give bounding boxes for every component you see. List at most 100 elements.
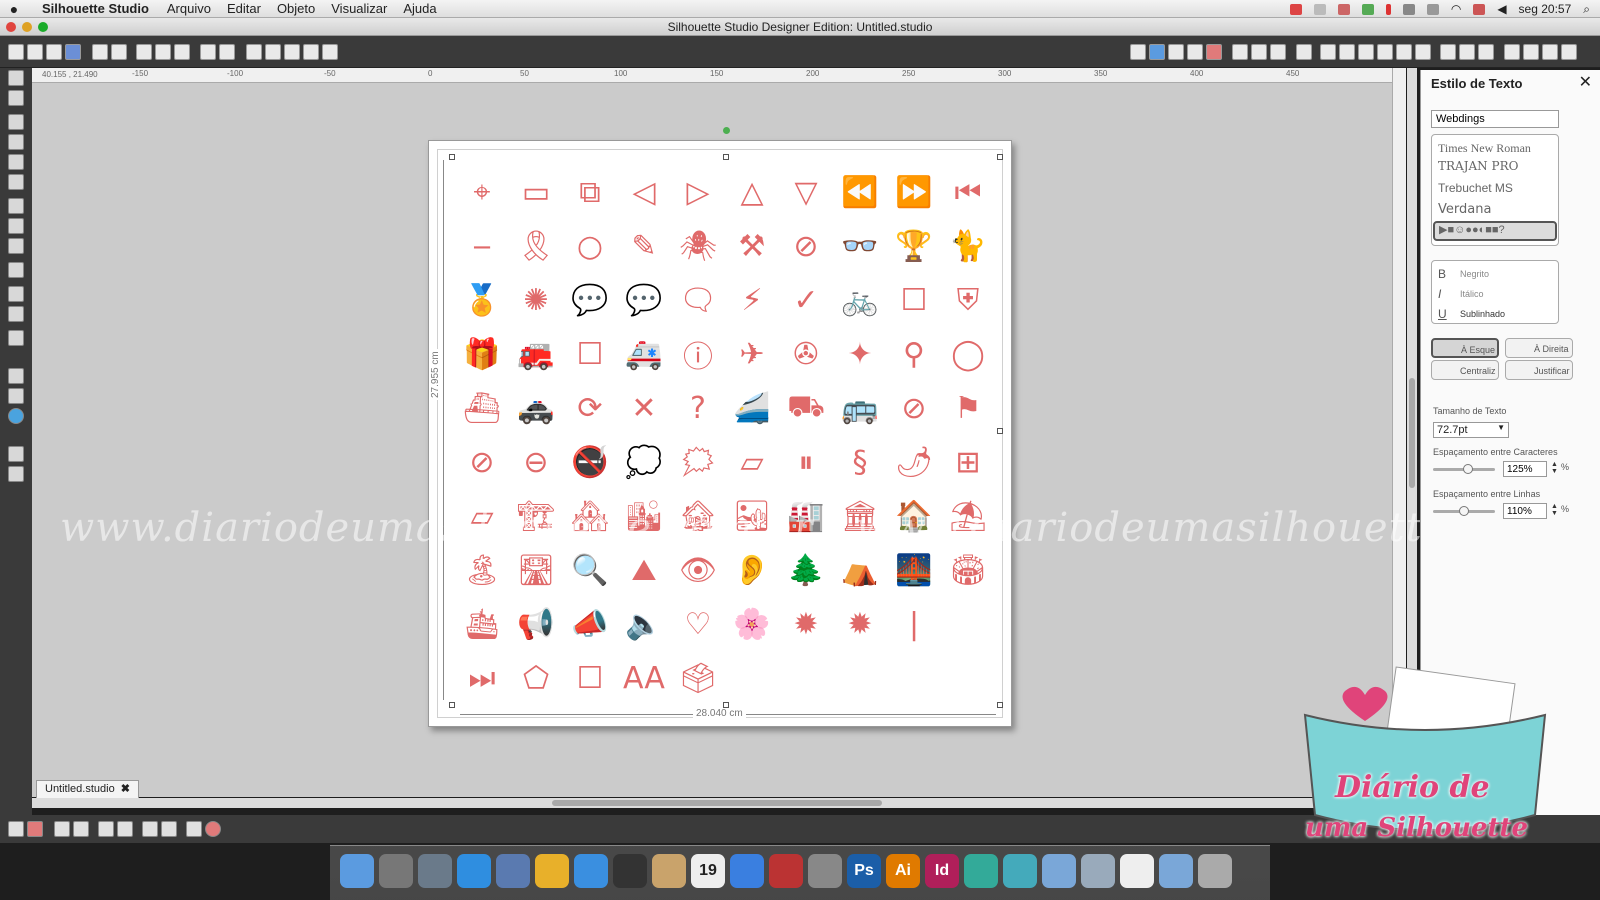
dock-app-icon[interactable] — [1120, 854, 1154, 888]
offset-icon[interactable] — [1459, 44, 1475, 60]
cut-icon[interactable] — [174, 44, 190, 60]
design-panel-icon[interactable] — [8, 368, 24, 384]
close-window-button[interactable] — [6, 22, 16, 32]
fill-icon[interactable] — [1130, 44, 1146, 60]
text-tool-icon[interactable] — [8, 262, 24, 278]
char-spacing-stepper[interactable]: ▲ ▼ — [1551, 461, 1558, 475]
bluetooth-icon[interactable] — [1426, 3, 1439, 15]
text-size-select[interactable]: 72.7pt ▼ — [1433, 422, 1509, 438]
pause-icon[interactable] — [1385, 3, 1391, 15]
flag-icon[interactable] — [1473, 3, 1486, 15]
font-search-input[interactable] — [1431, 110, 1559, 128]
dock-app-icon[interactable] — [1159, 854, 1193, 888]
zoom-window-button[interactable] — [38, 22, 48, 32]
font-option[interactable]: Trebuchet MS — [1438, 181, 1513, 195]
dock-app-icon[interactable] — [1042, 854, 1076, 888]
resize-handle[interactable] — [449, 702, 455, 708]
dock-app-icon[interactable] — [418, 854, 452, 888]
rotate-handle[interactable] — [723, 127, 730, 134]
layout-icon[interactable] — [8, 446, 24, 462]
time-machine-icon[interactable] — [1402, 3, 1415, 15]
grid-icon[interactable] — [1168, 44, 1184, 60]
send-backward-icon[interactable] — [161, 821, 177, 837]
menu-editar[interactable]: Editar — [227, 1, 261, 16]
paste-icon[interactable] — [155, 44, 171, 60]
font-option[interactable]: TRAJAN PRO — [1438, 159, 1518, 173]
apple-menu-icon[interactable]: ● — [0, 1, 28, 17]
dock-app-icon[interactable] — [1198, 854, 1232, 888]
rectangle-tool-icon[interactable] — [8, 134, 24, 150]
dock-app-icon[interactable] — [574, 854, 608, 888]
delete-icon[interactable] — [117, 821, 133, 837]
pan-icon[interactable] — [303, 44, 319, 60]
modify-icon[interactable] — [1440, 44, 1456, 60]
select-tool-icon[interactable] — [8, 70, 24, 86]
align-left-button[interactable]: À Esque — [1431, 338, 1499, 358]
resize-handle[interactable] — [997, 154, 1003, 160]
vertical-scroll-thumb[interactable] — [1409, 378, 1415, 488]
menu-ajuda[interactable]: Ajuda — [403, 1, 436, 16]
dock-app-icon[interactable] — [1003, 854, 1037, 888]
resize-handle[interactable] — [723, 154, 729, 160]
dock-app-icon[interactable] — [808, 854, 842, 888]
compound-path-icon[interactable] — [54, 821, 70, 837]
dock-app-icon[interactable]: Ps — [847, 854, 881, 888]
dock-app-icon[interactable] — [457, 854, 491, 888]
line-spacing-input[interactable] — [1503, 503, 1547, 519]
dock-app-icon[interactable] — [769, 854, 803, 888]
transform-icon[interactable] — [1320, 44, 1336, 60]
dock-app-icon[interactable] — [613, 854, 647, 888]
dock-app-icon[interactable] — [652, 854, 686, 888]
target-icon[interactable] — [205, 821, 221, 837]
status-app-icon[interactable] — [1337, 3, 1350, 15]
mirror-icon[interactable] — [186, 821, 202, 837]
dock-app-icon[interactable] — [964, 854, 998, 888]
italic-option[interactable]: I Itálico — [1438, 287, 1484, 301]
open-icon[interactable] — [27, 44, 43, 60]
document-tab[interactable]: Untitled.studio ✖ — [36, 780, 139, 798]
underline-option[interactable]: U Sublinhado — [1438, 307, 1505, 321]
menu-arquivo[interactable]: Arquivo — [167, 1, 211, 16]
font-option[interactable]: Times New Roman — [1438, 141, 1531, 156]
resize-handle[interactable] — [997, 428, 1003, 434]
dock-app-icon[interactable]: Id — [925, 854, 959, 888]
bold-option[interactable]: B Negrito — [1438, 267, 1489, 281]
resize-handle[interactable] — [723, 702, 729, 708]
dock-app-icon[interactable]: Ai — [886, 854, 920, 888]
line-color-icon[interactable] — [1270, 44, 1286, 60]
library-icon[interactable] — [65, 44, 81, 60]
wifi-icon[interactable]: ◠ — [1451, 2, 1461, 16]
library-panel-icon[interactable] — [1504, 44, 1520, 60]
send-to-cutter-icon[interactable] — [111, 44, 127, 60]
weld-icon[interactable] — [98, 821, 114, 837]
menu-visualizar[interactable]: Visualizar — [331, 1, 387, 16]
line-tool-icon[interactable] — [8, 114, 24, 130]
slider-knob[interactable] — [1463, 464, 1473, 474]
dock-app-icon[interactable] — [340, 854, 374, 888]
ungroup-icon[interactable] — [27, 821, 43, 837]
sketch-icon[interactable] — [1523, 44, 1539, 60]
font-list[interactable]: Times New Roman TRAJAN PRO Trebuchet MS … — [1431, 134, 1559, 246]
menu-objeto[interactable]: Objeto — [277, 1, 315, 16]
char-spacing-input[interactable] — [1503, 461, 1547, 477]
zoom-select-icon[interactable] — [284, 44, 300, 60]
clock[interactable]: seg 20:57 — [1519, 2, 1572, 16]
fit-page-icon[interactable] — [322, 44, 338, 60]
horizontal-scrollbar[interactable] — [32, 798, 1405, 808]
minimize-window-button[interactable] — [22, 22, 32, 32]
copy-icon[interactable] — [136, 44, 152, 60]
knife-tool-icon[interactable] — [8, 306, 24, 322]
point-edit-tool-icon[interactable] — [8, 90, 24, 106]
rounded-rectangle-tool-icon[interactable] — [8, 154, 24, 170]
align-justify-button[interactable]: Justificar — [1505, 360, 1573, 380]
undo-icon[interactable] — [200, 44, 216, 60]
print-icon[interactable] — [92, 44, 108, 60]
align-center-button[interactable]: Centraliz — [1431, 360, 1499, 380]
replicate-icon[interactable] — [1415, 44, 1431, 60]
align-right-button[interactable]: À Direita — [1505, 338, 1573, 358]
resize-handle[interactable] — [997, 702, 1003, 708]
freehand-tool-icon[interactable] — [8, 238, 24, 254]
line-spacing-slider[interactable] — [1433, 506, 1495, 516]
page-setup-icon[interactable] — [1149, 44, 1165, 60]
zoom-in-icon[interactable] — [246, 44, 262, 60]
